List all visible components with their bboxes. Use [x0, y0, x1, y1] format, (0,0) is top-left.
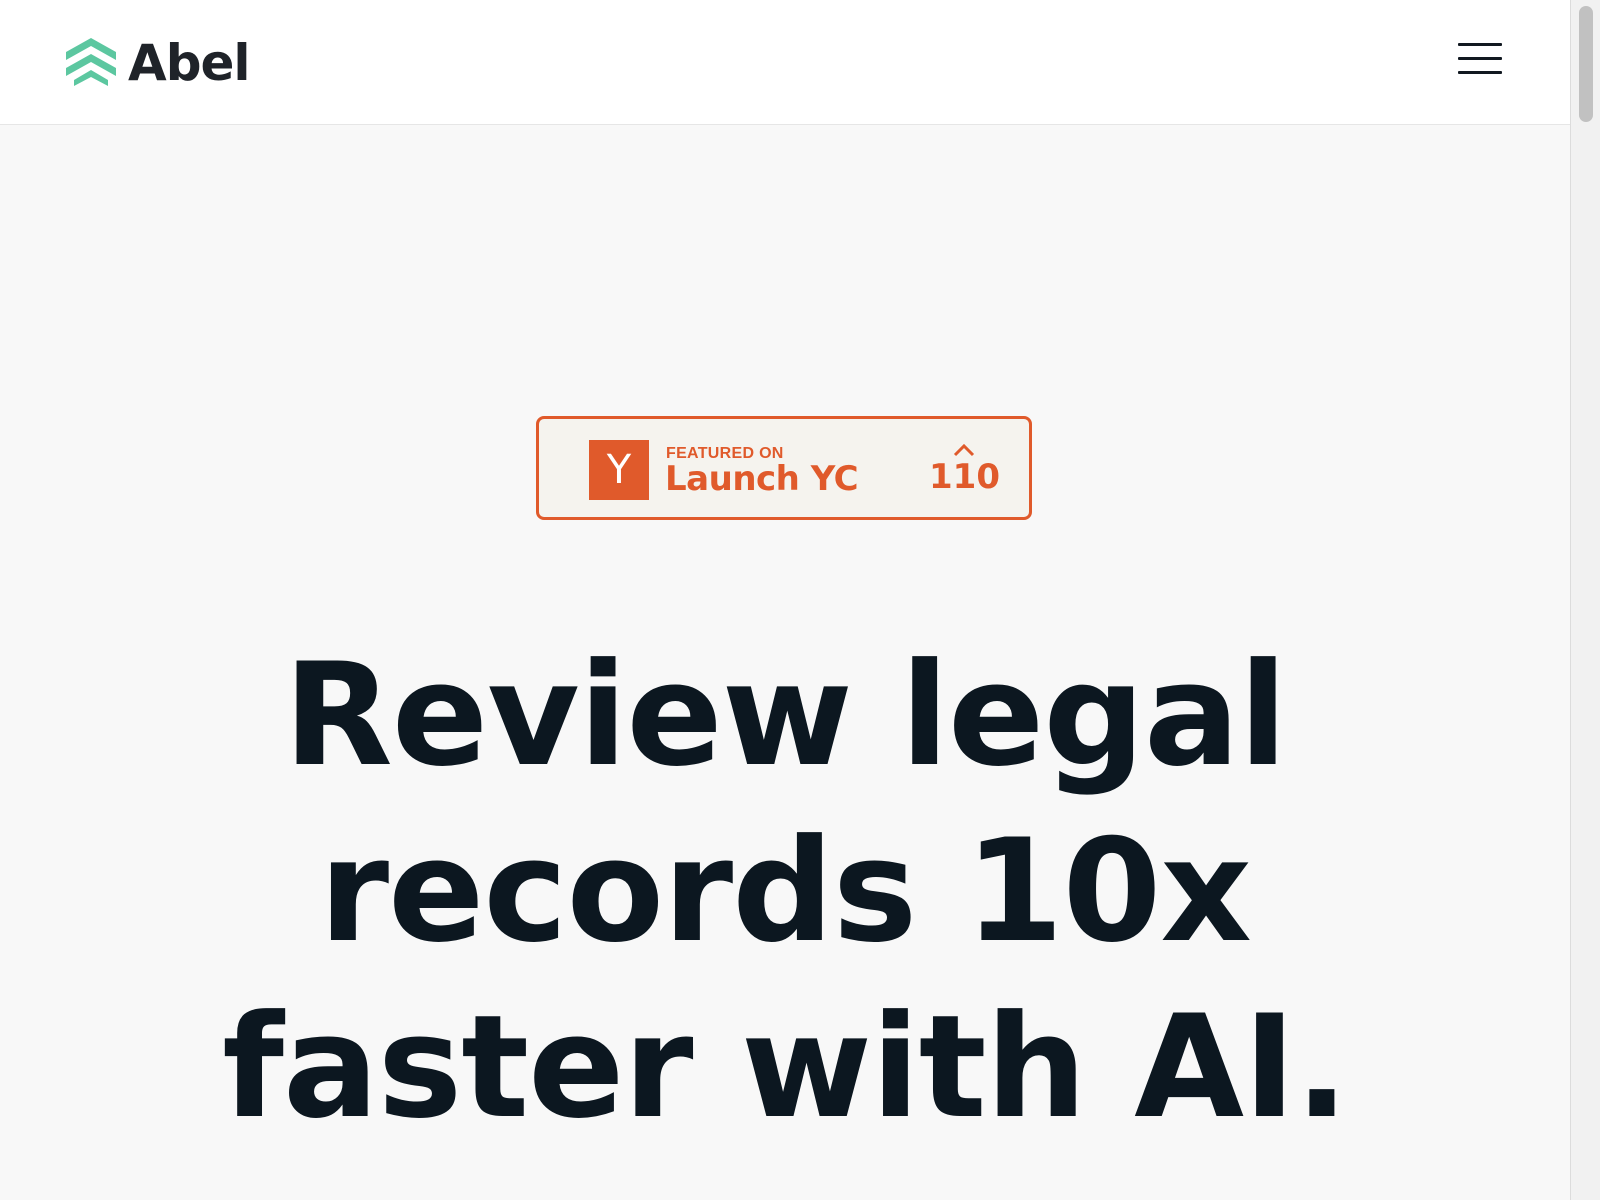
menu-bar [1458, 71, 1502, 74]
scrollbar-thumb[interactable] [1579, 6, 1593, 122]
menu-bar [1458, 43, 1502, 46]
launch-yc-badge[interactable]: Y FEATURED ON Launch YC 110 [536, 416, 1032, 520]
page-scrollbar[interactable] [1570, 0, 1600, 1200]
caret-up-icon [953, 443, 975, 457]
menu-bar [1458, 57, 1502, 60]
hamburger-menu-icon[interactable] [1450, 36, 1506, 84]
upvote-counter: 110 [929, 439, 1000, 503]
yc-logo-icon: Y [589, 440, 649, 500]
page: Abel Y FEATURED ON Launch YC 110 Review … [0, 0, 1570, 1200]
stacked-chevrons-logo-icon [66, 38, 116, 86]
site-header: Abel [0, 0, 1570, 125]
brand-link[interactable]: Abel [64, 34, 251, 92]
hero-title: Review legal records 10x faster with AI. [222, 633, 1349, 1150]
brand-name: Abel [128, 34, 251, 92]
launch-yc-title: Launch YC [665, 459, 859, 499]
upvote-count: 110 [929, 457, 1000, 497]
